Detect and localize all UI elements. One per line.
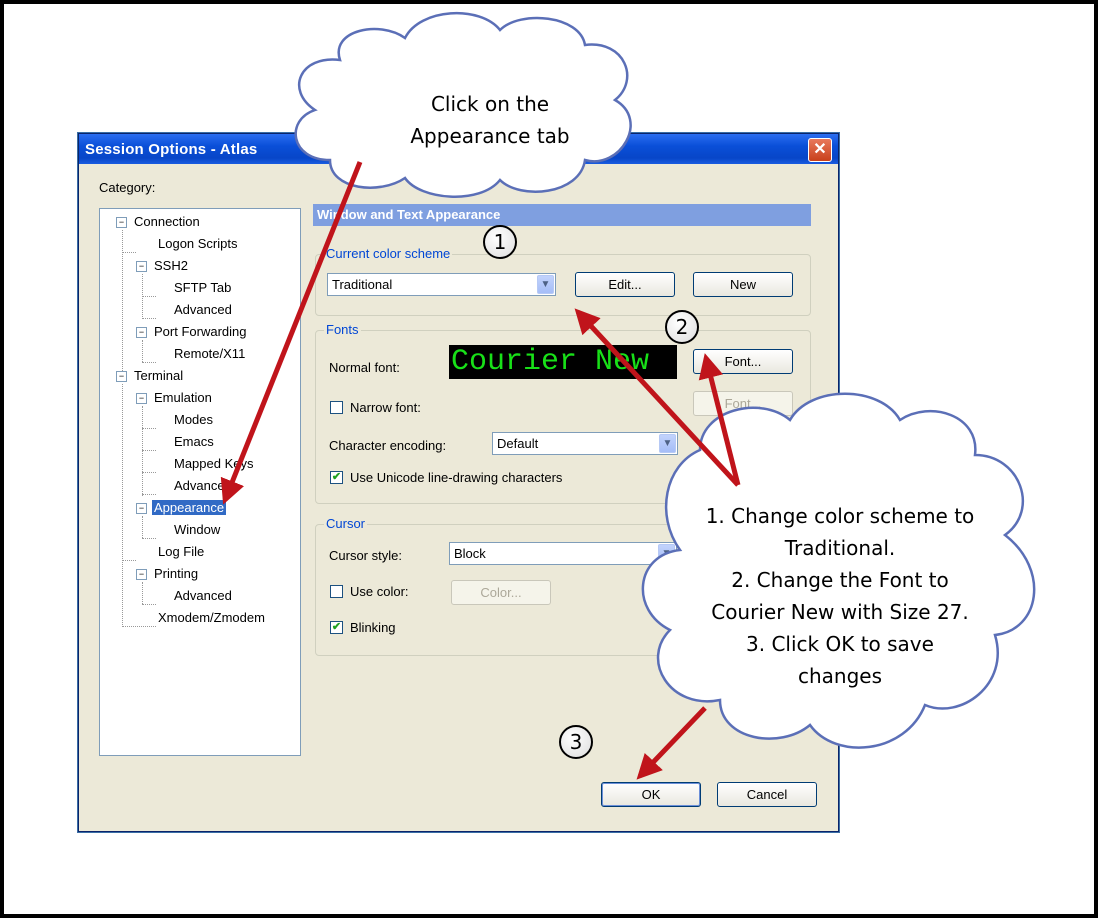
cloud-top-line: Appearance tab bbox=[410, 124, 570, 148]
cloud-right-line: 3. Click OK to save bbox=[746, 632, 934, 656]
cloud-right-line: Traditional. bbox=[784, 536, 896, 560]
cloud-right-line: changes bbox=[797, 664, 883, 688]
step-2-badge: 2 bbox=[665, 310, 699, 344]
arrow-to-ok bbox=[636, 706, 707, 780]
cloud-right-line: 1. Change color scheme to bbox=[705, 504, 975, 528]
step-1-badge: 1 bbox=[483, 225, 517, 259]
cloud-top-text: Click on the Appearance tab bbox=[380, 88, 600, 152]
cloud-right-text: 1. Change color scheme to Traditional. 2… bbox=[690, 500, 990, 692]
step-3-badge: 3 bbox=[559, 725, 593, 759]
cloud-right-line: 2. Change the Font to bbox=[731, 568, 949, 592]
arrow-to-appearance bbox=[220, 161, 363, 505]
cloud-top-line: Click on the bbox=[430, 92, 550, 116]
cloud-right-line: Courier New with Size 27. bbox=[711, 600, 969, 624]
